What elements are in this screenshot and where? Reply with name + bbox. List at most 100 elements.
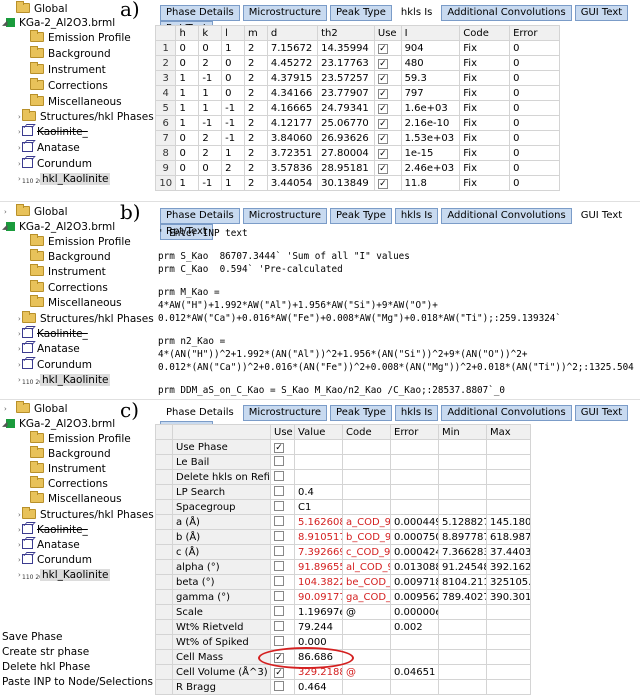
menu-item-save-phase[interactable]: Save Phase xyxy=(2,630,153,645)
use-checkbox[interactable]: ✓ xyxy=(373,40,402,56)
use-checkbox[interactable]: ✓ xyxy=(373,100,402,116)
table-row[interactable]: 2 0 2 0 2 4.45272 23.17763 ✓ 480 Fix 0 xyxy=(154,55,560,71)
use-checkbox[interactable]: ✓ xyxy=(373,130,402,146)
tab-additional-convolutions[interactable]: Additional Convolutions xyxy=(441,208,572,224)
tree-node-emission[interactable]: Emission Profile xyxy=(30,30,131,46)
table-row[interactable]: beta (°) 104.3822be_COD_900.00971858104.2… xyxy=(155,574,531,590)
menu-item-create-str-phase[interactable]: Create str phase xyxy=(2,645,153,660)
use-checkbox[interactable] xyxy=(270,499,295,515)
tree-node-kaolinite[interactable]: › Kaolinite_ xyxy=(18,327,88,342)
tree-node-file[interactable]: ◢ KGa-2_Al2O3.brml xyxy=(2,417,115,432)
tree-node-structures[interactable]: › Structures/hkl Phases xyxy=(18,109,154,125)
tree-node-kaolinite[interactable]: › Kaolinite_ xyxy=(18,523,88,538)
tree-node-global[interactable]: › Global xyxy=(4,401,68,417)
tree-node-global[interactable]: Global xyxy=(16,1,68,17)
tab-peak-type[interactable]: Peak Type xyxy=(330,5,392,21)
tree-node-anatase[interactable]: › Anatase xyxy=(18,141,80,156)
tree-node-misc[interactable]: Miscellaneous xyxy=(30,94,122,110)
tab-phase-details[interactable]: Phase Details xyxy=(160,405,240,421)
tree-node-instrument[interactable]: Instrument xyxy=(30,62,106,78)
tree-node-instrument[interactable]: Instrument xyxy=(30,461,106,477)
table-row[interactable]: gamma (°) 90.09177ga_COD_900.0095626789.4… xyxy=(155,589,531,605)
table-row[interactable]: 1 0 0 1 2 7.15672 14.35994 ✓ 904 Fix 0 xyxy=(154,40,560,56)
table-row[interactable]: alpha (°) 91.89655al_COD_900.013088391.24… xyxy=(155,559,531,575)
table-row[interactable]: 6 1 -1 -1 2 4.12177 25.06770 ✓ 2.16e-10 Fix 0 xyxy=(154,115,560,131)
tab-hkls-is[interactable]: hkls Is xyxy=(394,208,439,224)
tree-node-corundum[interactable]: › Corundum xyxy=(18,157,92,172)
tree-node-corundum[interactable]: › Corundum xyxy=(18,553,92,568)
use-checkbox[interactable]: ✓ xyxy=(373,115,402,131)
table-row[interactable]: 9 0 0 2 2 3.57836 28.95181 ✓ 2.46e+03 Fix 0 xyxy=(154,160,560,176)
tree-node-global[interactable]: › Global xyxy=(4,204,68,220)
tab-microstructure[interactable]: Microstructure xyxy=(242,208,328,224)
table-row[interactable]: Le Bail xyxy=(155,454,531,470)
tree-node-corrections[interactable]: Corrections xyxy=(30,280,108,296)
tree-node-emission[interactable]: Emission Profile xyxy=(30,431,131,447)
table-cell[interactable]: 5.1626082 xyxy=(294,514,343,530)
tab-microstructure[interactable]: Microstructure xyxy=(242,5,328,21)
tab-microstructure[interactable]: Microstructure xyxy=(242,405,328,421)
table-cell[interactable]: 91.89655 xyxy=(294,559,343,575)
use-checkbox[interactable]: ✓ xyxy=(270,439,295,455)
tree-node-corundum[interactable]: › Corundum xyxy=(18,358,92,373)
table-cell[interactable]: 90.09177 xyxy=(294,589,343,605)
use-checkbox[interactable] xyxy=(270,604,295,620)
menu-item-delete-hkl-phase[interactable]: Delete hkl Phase xyxy=(2,660,153,675)
tab-additional-convolutions[interactable]: Additional Convolutions xyxy=(441,405,572,421)
table-row[interactable]: LP Search 0.4 xyxy=(155,484,531,500)
tab-hkls-is[interactable]: hkls Is xyxy=(394,5,439,21)
table-row[interactable]: c (Å) 7.3926691c_COD_900.00042457.3662833… xyxy=(155,544,531,560)
table-row[interactable]: 7 0 2 -1 2 3.84060 26.93626 ✓ 1.53e+03 Fix 0 xyxy=(154,130,560,146)
tree-node-emission[interactable]: Emission Profile xyxy=(30,234,131,250)
tree-node-file[interactable]: ◢ KGa-2_Al2O3.brml xyxy=(2,220,115,235)
use-checkbox[interactable]: ✓ xyxy=(373,175,402,191)
tree-node-hkl[interactable]: › 110 200hkl_Kaolinite xyxy=(18,172,111,187)
use-checkbox[interactable] xyxy=(270,484,295,500)
use-checkbox[interactable] xyxy=(270,589,295,605)
use-checkbox[interactable] xyxy=(270,574,295,590)
tree-node-background[interactable]: Background xyxy=(30,46,111,62)
table-cell[interactable]: 1.19697e-0 xyxy=(294,604,343,620)
use-checkbox[interactable] xyxy=(270,514,295,530)
tree-node-kaolinite[interactable]: › Kaolinite_ xyxy=(18,125,88,140)
tree-node-hkl[interactable]: › 110 200hkl_Kaolinite xyxy=(18,568,111,583)
use-checkbox[interactable] xyxy=(270,544,295,560)
table-row[interactable]: Cell Volume (Å^3)✓329.21882@0.04651 xyxy=(155,664,531,680)
tree-node-corrections[interactable]: Corrections xyxy=(30,476,108,492)
tab-gui-text[interactable]: GUI Text xyxy=(574,5,629,21)
use-checkbox[interactable]: ✓ xyxy=(373,85,402,101)
tree-node-file[interactable]: ◢ KGa-2_Al2O3.brml xyxy=(2,16,115,31)
table-cell[interactable] xyxy=(294,454,343,470)
use-checkbox[interactable]: ✓ xyxy=(373,55,402,71)
table-row[interactable]: b (Å) 8.9105173b_COD_900.00075078.8977876… xyxy=(155,529,531,545)
use-checkbox[interactable] xyxy=(270,679,295,695)
table-cell[interactable]: 79.244 xyxy=(294,619,343,635)
tree-node-misc[interactable]: Miscellaneous xyxy=(30,295,122,311)
menu-item-paste-inp[interactable]: Paste INP to Node/Selections xyxy=(2,675,153,690)
table-row[interactable]: 10 1 -1 1 2 3.44054 30.13849 ✓ 11.8 Fix 0 xyxy=(154,175,560,191)
tree-node-hkl[interactable]: › 110 200hkl_Kaolinite xyxy=(18,373,111,388)
use-checkbox[interactable] xyxy=(270,619,295,635)
table-row[interactable]: Spacegroup C1 xyxy=(155,499,531,515)
inp-text-editor[interactable]: ' Enter INP text prm S_Kao 86707.3444` 'S… xyxy=(155,227,640,397)
use-checkbox[interactable] xyxy=(270,454,295,470)
tree-node-instrument[interactable]: Instrument xyxy=(30,264,106,280)
use-checkbox[interactable]: ✓ xyxy=(373,160,402,176)
table-cell[interactable] xyxy=(294,439,343,455)
tab-peak-type[interactable]: Peak Type xyxy=(330,208,392,224)
use-checkbox[interactable] xyxy=(270,559,295,575)
table-row[interactable]: Scale 1.19697e-0@0.00000e+0 xyxy=(155,604,531,620)
table-row[interactable]: 3 1 -1 0 2 4.37915 23.57257 ✓ 59.3 Fix 0 xyxy=(154,70,560,86)
table-cell[interactable]: 104.3822 xyxy=(294,574,343,590)
tree-node-background[interactable]: Background xyxy=(30,446,111,462)
use-checkbox[interactable] xyxy=(270,529,295,545)
tree-node-background[interactable]: Background xyxy=(30,249,111,265)
table-row[interactable]: Wt% Rietveld 79.244 0.002 xyxy=(155,619,531,635)
tree-node-corrections[interactable]: Corrections xyxy=(30,78,108,94)
tree-node-anatase[interactable]: › Anatase xyxy=(18,342,80,357)
table-cell[interactable] xyxy=(294,469,343,485)
table-cell[interactable]: 8.9105173 xyxy=(294,529,343,545)
table-row[interactable]: 5 1 1 -1 2 4.16665 24.79341 ✓ 1.6e+03 Fix 0 xyxy=(154,100,560,116)
tree-node-misc[interactable]: Miscellaneous xyxy=(30,491,122,507)
tab-additional-convolutions[interactable]: Additional Convolutions xyxy=(441,5,572,21)
